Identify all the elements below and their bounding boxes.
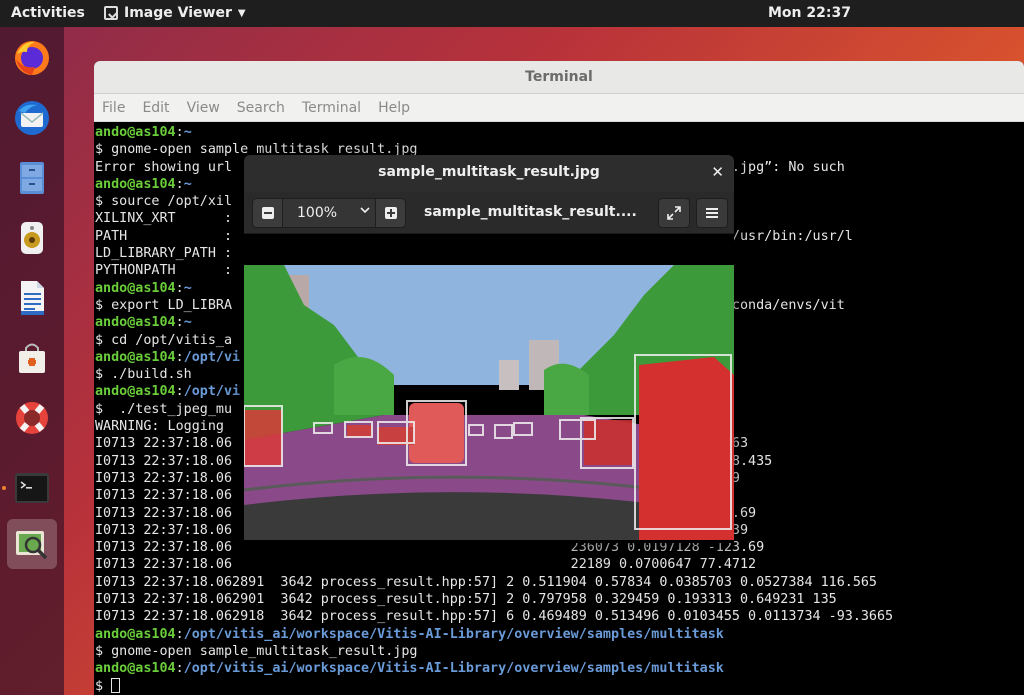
prompt-user: ando@as104 <box>95 349 176 365</box>
dock-item-rhythmbox[interactable] <box>7 213 57 263</box>
viewer-toolbar: 100% sample_multitask_result.... <box>244 192 734 234</box>
viewer-filename: sample_multitask_result.... <box>424 204 637 220</box>
terminal-text: I0713 22:37:18.06 22189 0.0700647 77.471… <box>95 557 757 573</box>
fullscreen-button[interactable] <box>658 198 690 228</box>
terminal-cursor <box>111 677 121 693</box>
image-viewer-app-icon <box>104 6 118 20</box>
terminal-text: I0713 22:37:18.062891 3642 process_resul… <box>95 574 877 590</box>
shopping-bag-icon <box>19 343 45 373</box>
firefox-icon <box>15 41 49 75</box>
terminal-line: I0713 22:37:18.062891 3642 process_resul… <box>95 574 1024 591</box>
terminal-text: PYTHONPATH : <box>95 263 233 279</box>
terminal-title[interactable]: Terminal <box>94 61 1024 94</box>
terminal-text: $ ./test_jpeg_mu <box>95 401 233 417</box>
dock-item-terminal[interactable] <box>2 463 57 513</box>
terminal-menubar: File Edit View Search Terminal Help <box>94 94 1024 122</box>
menu-terminal[interactable]: Terminal <box>302 100 361 116</box>
zoom-out-button[interactable] <box>253 199 283 227</box>
lifebuoy-icon <box>16 402 48 434</box>
activities-button[interactable]: Activities <box>11 5 85 21</box>
prompt-path: /opt/vitis_ai/workspace/Vitis-AI-Library… <box>183 626 724 642</box>
prompt-user: ando@as104 <box>95 176 176 192</box>
zoom-in-button[interactable] <box>375 199 405 227</box>
mail-icon <box>15 101 49 135</box>
prompt-path: /opt/vi <box>183 384 241 400</box>
image-viewer-icon <box>16 531 48 560</box>
hamburger-menu-button[interactable] <box>696 198 728 228</box>
prompt-path: /opt/vi <box>183 349 241 365</box>
caret-down-icon: ▼ <box>237 7 246 19</box>
expand-icon <box>667 206 681 220</box>
image-canvas[interactable] <box>244 234 734 543</box>
terminal-line: $ gnome-open sample_multitask_result.jpg <box>95 643 1024 660</box>
terminal-line: $ <box>95 677 1024 695</box>
segmented-road-image <box>244 265 734 540</box>
prompt-user: ando@as104 <box>95 280 176 296</box>
prompt-user: ando@as104 <box>95 315 176 331</box>
dock-item-writer[interactable] <box>7 273 57 323</box>
terminal-text: LD_LIBRARY_PATH : <box>95 246 233 262</box>
terminal-text: $ source /opt/xil <box>95 194 233 210</box>
zoom-control: 100% <box>252 198 406 228</box>
top-bar: Activities Image Viewer ▼ Mon 22:37 <box>0 0 1024 27</box>
menu-edit[interactable]: Edit <box>142 100 169 116</box>
dock-item-thunderbird[interactable] <box>7 93 57 143</box>
terminal-line: ando@as104:/opt/vitis_ai/workspace/Vitis… <box>95 626 724 642</box>
minus-icon <box>262 207 274 219</box>
hamburger-icon <box>706 208 718 218</box>
prompt-path: ~ <box>183 125 192 140</box>
close-icon[interactable]: ✕ <box>711 155 724 190</box>
running-indicator <box>2 486 6 490</box>
terminal-icon <box>15 473 49 503</box>
terminal-line: ando@as104:/opt/vitis_ai/workspace/Vitis… <box>95 661 724 677</box>
dock-item-firefox[interactable] <box>7 33 57 83</box>
plus-icon <box>385 207 397 219</box>
viewer-title: sample_multitask_result.jpg <box>378 164 600 180</box>
terminal-text: WARNING: Logging <box>95 419 224 435</box>
dock-item-software[interactable] <box>7 333 57 383</box>
dock-item-image-viewer[interactable] <box>7 519 57 569</box>
menu-view[interactable]: View <box>187 100 220 116</box>
prompt-user: ando@as104 <box>95 626 176 642</box>
terminal-line: I0713 22:37:18.062918 3642 process_resul… <box>95 608 1024 625</box>
terminal-text: $ ./build.sh <box>95 367 192 383</box>
terminal-line: I0713 22:37:18.062901 3642 process_resul… <box>95 591 1024 608</box>
image-viewer-window[interactable]: sample_multitask_result.jpg ✕ 100% sampl… <box>244 155 734 543</box>
file-cabinet-icon <box>20 162 44 194</box>
terminal-text: I0713 22:37:18.062918 3642 process_resul… <box>95 609 894 625</box>
menu-help[interactable]: Help <box>378 100 410 116</box>
speaker-icon <box>21 222 43 254</box>
prompt-user: ando@as104 <box>95 125 176 140</box>
dock <box>0 27 64 695</box>
app-menu-label: Image Viewer <box>124 5 232 21</box>
dock-item-help[interactable] <box>7 393 57 443</box>
menu-search[interactable]: Search <box>237 100 285 116</box>
terminal-text: XILINX_XRT : <box>95 211 233 227</box>
zoom-level[interactable]: 100% <box>297 205 337 221</box>
viewer-titlebar[interactable]: sample_multitask_result.jpg ✕ <box>244 155 734 192</box>
clock[interactable]: Mon 22:37 <box>768 5 851 21</box>
document-icon <box>21 281 44 315</box>
prompt-path: /opt/vitis_ai/workspace/Vitis-AI-Library… <box>183 661 724 677</box>
terminal-text: $ cd /opt/vitis_a <box>95 332 233 348</box>
chevron-down-icon[interactable] <box>359 204 371 219</box>
terminal-text: $ <box>95 678 112 694</box>
prompt-user: ando@as104 <box>95 661 176 677</box>
prompt-path: ~ <box>183 315 192 331</box>
terminal-line: ando@as104:~ <box>95 125 192 140</box>
prompt-path: ~ <box>183 176 192 192</box>
terminal-text: I0713 22:37:18.062901 3642 process_resul… <box>95 592 837 608</box>
terminal-line: I0713 22:37:18.06 22189 0.0700647 77.471… <box>95 556 1024 573</box>
app-menu[interactable]: Image Viewer ▼ <box>104 5 246 21</box>
menu-file[interactable]: File <box>102 100 125 116</box>
dock-item-files[interactable] <box>7 153 57 203</box>
prompt-path: ~ <box>183 280 192 296</box>
prompt-user: ando@as104 <box>95 384 176 400</box>
terminal-text: $ gnome-open sample_multitask_result.jpg <box>95 643 418 659</box>
